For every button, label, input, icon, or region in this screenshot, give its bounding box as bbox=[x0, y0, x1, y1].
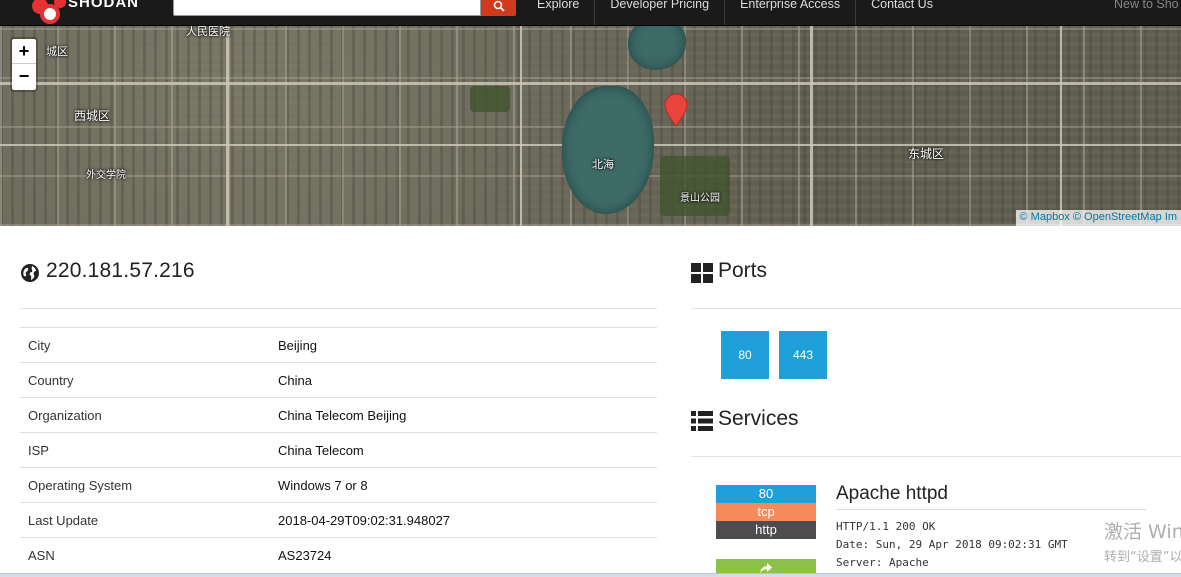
host-ip: 220.181.57.216 bbox=[46, 259, 195, 282]
zoom-in-button[interactable]: + bbox=[12, 39, 36, 64]
logo-text: SHODAN bbox=[68, 0, 140, 11]
map-zoom-control: + − bbox=[10, 37, 38, 92]
park bbox=[470, 86, 510, 112]
globe-icon bbox=[21, 264, 39, 282]
host-heading: 220.181.57.216 bbox=[20, 259, 657, 309]
port-list: 80 443 bbox=[721, 331, 827, 379]
main-nav: Explore Developer Pricing Enterprise Acc… bbox=[522, 0, 948, 25]
map-attribution: © Mapbox © OpenStreetMap Im bbox=[1015, 210, 1181, 226]
detail-key: Country bbox=[28, 372, 74, 388]
services-heading: Services bbox=[691, 407, 1181, 457]
mapbox-link[interactable]: © Mapbox bbox=[1020, 211, 1070, 223]
grid-icon bbox=[691, 263, 713, 283]
nav-enterprise-access[interactable]: Enterprise Access bbox=[724, 0, 855, 25]
banner-line: Date: Sun, 29 Apr 2018 09:02:31 GMT bbox=[836, 538, 1068, 551]
detail-key: Organization bbox=[28, 407, 102, 423]
shodan-logo[interactable]: SHODAN bbox=[28, 0, 148, 24]
port-button-80[interactable]: 80 bbox=[721, 331, 769, 379]
location-marker-icon[interactable] bbox=[663, 93, 689, 127]
service-protocol-badge: tcp bbox=[716, 503, 816, 521]
nav-developer-pricing[interactable]: Developer Pricing bbox=[594, 0, 724, 25]
ports-heading: Ports bbox=[691, 259, 1181, 309]
table-row: ASN AS23724 bbox=[20, 537, 657, 573]
table-row: ISP China Telecom bbox=[20, 432, 657, 468]
service-product: Apache httpd bbox=[836, 483, 1146, 510]
lake-shichahai bbox=[628, 26, 686, 70]
service-port-badge: 80 bbox=[716, 485, 816, 503]
detail-key: ASN bbox=[28, 547, 55, 563]
nav-new-to-shodan[interactable]: New to Sho bbox=[1114, 0, 1179, 10]
service-tags: 80 tcp http bbox=[716, 485, 816, 539]
search-icon bbox=[493, 0, 505, 12]
nav-contact-us[interactable]: Contact Us bbox=[855, 0, 948, 25]
table-row: Country China bbox=[20, 362, 657, 398]
detail-value: Windows 7 or 8 bbox=[278, 477, 368, 493]
host-details-table: City Beijing Country China Organization … bbox=[20, 327, 657, 573]
map-road bbox=[0, 82, 1181, 85]
map-label-waijiao: 外交学院 bbox=[86, 170, 126, 181]
top-navigation-bar: SHODAN Explore Developer Pricing Enterpr… bbox=[0, 0, 1181, 26]
list-icon bbox=[691, 411, 713, 431]
map-label: 人民医院 bbox=[186, 26, 230, 38]
park-jingshan bbox=[660, 156, 730, 216]
table-row: Last Update 2018-04-29T09:02:31.948027 bbox=[20, 502, 657, 538]
table-row: Organization China Telecom Beijing bbox=[20, 397, 657, 433]
map-label: 城区 bbox=[46, 45, 68, 58]
detail-value: China Telecom bbox=[278, 442, 364, 458]
lake-beihai bbox=[562, 86, 654, 214]
services-title: Services bbox=[718, 407, 799, 430]
detail-key: Operating System bbox=[28, 477, 133, 493]
map-label-beihai: 北海 bbox=[592, 158, 614, 171]
detail-value[interactable]: AS23724 bbox=[278, 538, 657, 573]
detail-key: ISP bbox=[28, 442, 49, 458]
detail-value: Beijing bbox=[278, 337, 318, 353]
map-road bbox=[1060, 26, 1062, 226]
detail-key: Last Update bbox=[28, 512, 99, 528]
map-road bbox=[226, 26, 229, 226]
table-row: Operating System Windows 7 or 8 bbox=[20, 467, 657, 503]
banner-line: HTTP/1.1 200 OK bbox=[836, 520, 936, 533]
detail-value: China bbox=[278, 372, 312, 388]
banner-line: Server: Apache bbox=[836, 556, 929, 569]
table-row: City Beijing bbox=[20, 327, 657, 363]
satellite-map[interactable]: 人民医院 城区 西城区 北海 东城区 景山公园 外交学院 + − © Mapbo… bbox=[0, 26, 1181, 226]
search-input[interactable] bbox=[173, 0, 481, 16]
map-label-dongcheng: 东城区 bbox=[908, 147, 945, 161]
logo-circle bbox=[54, 0, 66, 8]
map-road bbox=[810, 26, 813, 226]
service-name-badge: http bbox=[716, 521, 816, 539]
os-activation-watermark: 激活 Win 转到“设置”以 bbox=[1104, 517, 1181, 565]
watermark-line: 激活 Win bbox=[1104, 521, 1181, 543]
detail-key: City bbox=[28, 337, 51, 353]
window-bottom-edge bbox=[0, 573, 1181, 577]
detail-value: 2018-04-29T09:02:31.948027 bbox=[278, 512, 451, 528]
ports-title: Ports bbox=[718, 259, 768, 282]
nav-explore[interactable]: Explore bbox=[522, 0, 594, 25]
port-button-443[interactable]: 443 bbox=[779, 331, 827, 379]
openstreetmap-link[interactable]: © OpenStreetMap bbox=[1073, 211, 1162, 223]
share-arrow-icon bbox=[760, 562, 772, 573]
service-banner: HTTP/1.1 200 OK Date: Sun, 29 Apr 2018 09… bbox=[836, 518, 1068, 572]
map-label-xicheng: 西城区 bbox=[74, 109, 111, 123]
improve-map-link[interactable]: Im bbox=[1165, 211, 1177, 223]
map-road bbox=[520, 26, 522, 226]
detail-value: China Telecom Beijing bbox=[278, 407, 407, 423]
map-label-jingshan: 景山公园 bbox=[680, 193, 720, 204]
zoom-out-button[interactable]: − bbox=[12, 64, 36, 89]
watermark-line: 转到“设置”以 bbox=[1104, 550, 1181, 565]
search-button[interactable] bbox=[481, 0, 516, 16]
